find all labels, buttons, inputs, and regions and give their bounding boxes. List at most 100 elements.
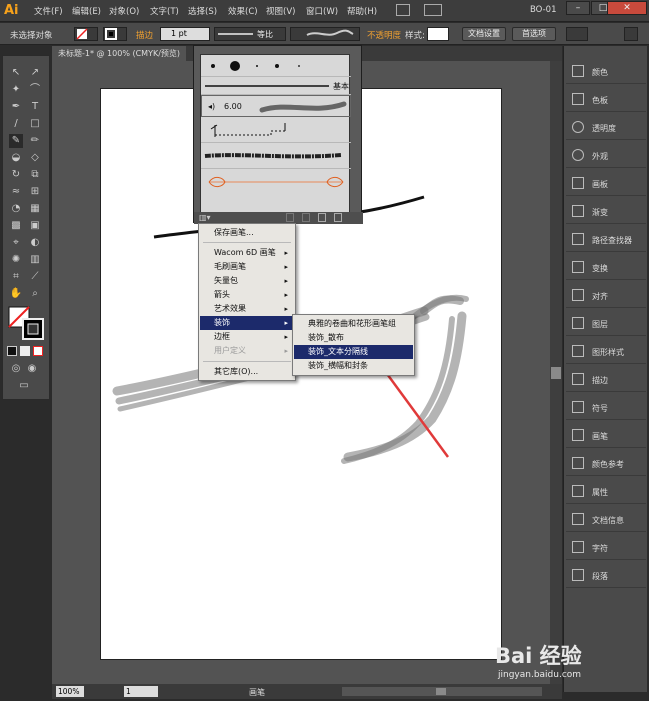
brush-row-selected[interactable]: ◂) 6.00: [201, 95, 351, 117]
free-transform-tool-icon[interactable]: ⊞: [28, 185, 42, 199]
status-current-tool[interactable]: 画笔: [249, 687, 265, 698]
workspace-switcher[interactable]: BO-01: [530, 5, 557, 15]
lasso-tool-icon[interactable]: ⌒: [28, 83, 42, 97]
drawing-mode-icon[interactable]: ◎: [9, 362, 23, 376]
new-brush-icon[interactable]: [318, 213, 326, 222]
menu-wacom-brushes[interactable]: Wacom 6D 画笔 ▸: [200, 246, 294, 260]
menu-type[interactable]: 文字(T): [150, 5, 179, 17]
mesh-tool-icon[interactable]: ▩: [9, 219, 23, 233]
panel-paragraph[interactable]: 段落: [566, 562, 646, 588]
brush-row-rough[interactable]: [201, 143, 351, 169]
panel-layers[interactable]: 图层: [566, 310, 646, 336]
delete-brush-icon[interactable]: [334, 213, 342, 222]
panel-stroke[interactable]: 描边: [566, 366, 646, 392]
menu-help[interactable]: 帮助(H): [347, 5, 377, 17]
zoom-field[interactable]: 100%: [56, 686, 84, 697]
menu-save-brushes[interactable]: 保存画笔...: [200, 226, 294, 240]
stroke-swatch[interactable]: [103, 27, 127, 41]
eraser-tool-icon[interactable]: ◇: [28, 151, 42, 165]
panel-brushes[interactable]: 画笔: [566, 422, 646, 448]
pencil-tool-icon[interactable]: ✏: [28, 134, 42, 148]
panel-graphic-styles[interactable]: 图形样式: [566, 338, 646, 364]
scale-tool-icon[interactable]: ⧉: [28, 168, 42, 182]
variable-width-profile[interactable]: 等比: [214, 27, 286, 41]
width-tool-icon[interactable]: ≈: [9, 185, 23, 199]
panel-character[interactable]: 字符: [566, 534, 646, 560]
eyedropper-tool-icon[interactable]: ⌖: [9, 236, 23, 250]
menu-decorative-text-dividers[interactable]: 装饰_文本分隔线: [294, 345, 413, 359]
brush-row-ornate[interactable]: [201, 169, 351, 195]
layout-icon[interactable]: [424, 4, 442, 16]
panel-color-guide[interactable]: 颜色参考: [566, 450, 646, 476]
blend-tool-icon[interactable]: ◐: [28, 236, 42, 250]
brush-row-basic[interactable]: 基本: [201, 77, 351, 95]
panel-menu-icon[interactable]: [624, 27, 638, 41]
symbol-sprayer-tool-icon[interactable]: ✺: [9, 253, 23, 267]
menu-decorative[interactable]: 装饰 ▸: [200, 316, 294, 330]
shape-builder-tool-icon[interactable]: ◔: [9, 202, 23, 216]
menu-edit[interactable]: 编辑(E): [72, 5, 101, 17]
panel-swatches[interactable]: 色板: [566, 86, 646, 112]
fill-stroke-swatches[interactable]: [8, 306, 46, 340]
options-icon[interactable]: [302, 213, 310, 222]
none-mode-icon[interactable]: [33, 346, 43, 356]
menu-borders[interactable]: 边框 ▸: [200, 330, 294, 344]
brush-library-menu-icon[interactable]: ▥▾: [199, 213, 213, 223]
direct-selection-tool-icon[interactable]: ↗: [28, 66, 42, 80]
document-tab[interactable]: 未标题-1* @ 100% (CMYK/预览): [52, 46, 187, 61]
pen-tool-icon[interactable]: ✒: [9, 100, 23, 114]
scrollbar-thumb[interactable]: [551, 367, 561, 379]
menu-bristle-brushes[interactable]: 毛刷画笔 ▸: [200, 260, 294, 274]
panel-artboards[interactable]: 画板: [566, 170, 646, 196]
color-mode-icon[interactable]: [7, 346, 17, 356]
panel-align[interactable]: 对齐: [566, 282, 646, 308]
menu-object[interactable]: 对象(O): [109, 5, 139, 17]
minimize-button[interactable]: –: [566, 1, 590, 15]
brush-definition-dropdown[interactable]: [290, 27, 360, 41]
menu-arrows[interactable]: 箭头 ▸: [200, 288, 294, 302]
menu-elegant-curl-floral[interactable]: 典雅的卷曲和花形画笔组: [294, 317, 413, 331]
document-setup-button[interactable]: 文档设置: [462, 27, 506, 41]
draw-behind-icon[interactable]: ◉: [25, 362, 39, 376]
panel-document-info[interactable]: 文档信息: [566, 506, 646, 532]
screen-mode-icon[interactable]: ▭: [17, 379, 31, 393]
remove-brush-stroke-icon[interactable]: [286, 213, 294, 222]
line-tool-icon[interactable]: /: [9, 117, 23, 131]
preferences-button[interactable]: 首选项: [512, 27, 556, 41]
slice-tool-icon[interactable]: ⟋: [28, 270, 42, 284]
panel-symbols[interactable]: 符号: [566, 394, 646, 420]
panel-transparency[interactable]: 透明度: [566, 114, 646, 140]
gradient-tool-icon[interactable]: ▣: [28, 219, 42, 233]
graphic-style-swatch[interactable]: [427, 27, 449, 41]
fill-swatch[interactable]: [74, 27, 98, 41]
vertical-scrollbar[interactable]: [550, 61, 562, 684]
type-tool-icon[interactable]: T: [28, 100, 42, 114]
menu-decorative-banners-seals[interactable]: 装饰_横幅和封条: [294, 359, 413, 373]
rotate-tool-icon[interactable]: ↻: [9, 168, 23, 182]
menu-file[interactable]: 文件(F): [34, 5, 63, 17]
paintbrush-tool-icon[interactable]: ✎: [9, 134, 23, 148]
menu-decorative-scatter[interactable]: 装饰_散布: [294, 331, 413, 345]
rectangle-tool-icon[interactable]: □: [28, 117, 42, 131]
panel-attributes[interactable]: 属性: [566, 478, 646, 504]
artboard-tool-icon[interactable]: ⌗: [9, 270, 23, 284]
panel-appearance[interactable]: 外观: [566, 142, 646, 168]
brush-row-dashed[interactable]: [201, 117, 351, 143]
perspective-grid-tool-icon[interactable]: ▦: [28, 202, 42, 216]
blob-brush-tool-icon[interactable]: ◒: [9, 151, 23, 165]
stroke-weight-field[interactable]: 1 pt: [160, 27, 210, 41]
menu-window[interactable]: 窗口(W): [306, 5, 338, 17]
arrange-documents-icon[interactable]: [396, 4, 410, 16]
panel-transform[interactable]: 变换: [566, 254, 646, 280]
gradient-mode-icon[interactable]: [20, 346, 30, 356]
hscroll-thumb[interactable]: [436, 688, 446, 695]
stroke-label[interactable]: 描边: [136, 29, 153, 41]
brush-row-dots[interactable]: [201, 55, 351, 77]
menu-vector-packs[interactable]: 矢量包 ▸: [200, 274, 294, 288]
panel-color[interactable]: 颜色: [566, 58, 646, 84]
menu-other-library[interactable]: 其它库(O)...: [200, 365, 294, 379]
menu-effect[interactable]: 效果(C): [228, 5, 258, 17]
magic-wand-tool-icon[interactable]: ✦: [9, 83, 23, 97]
panel-gradient[interactable]: 渐变: [566, 198, 646, 224]
menu-select[interactable]: 选择(S): [188, 5, 217, 17]
